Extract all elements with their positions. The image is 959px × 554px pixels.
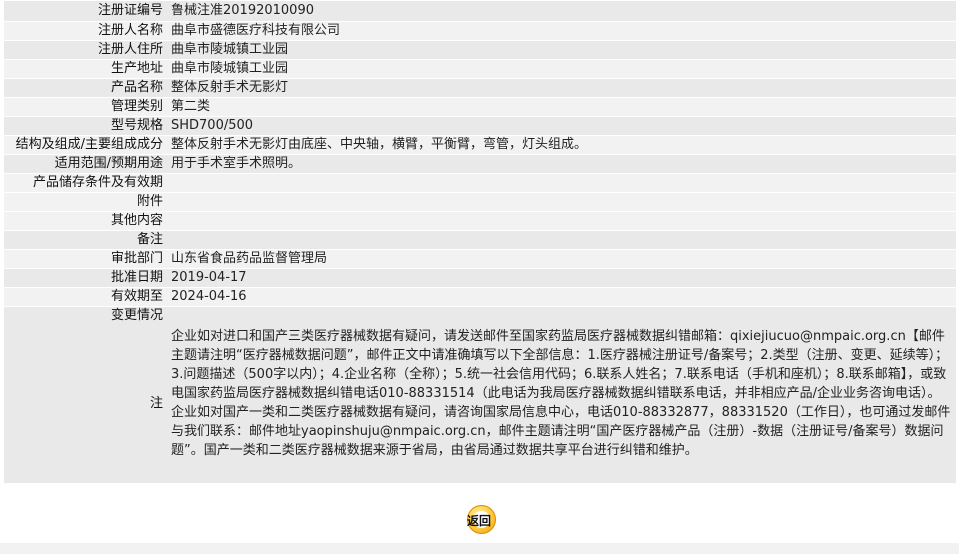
table-row: 产品名称 整体反射手术无影灯 xyxy=(4,78,956,98)
row-label-intended-use: 适用范围/预期用途 xyxy=(4,154,167,174)
table-row: 产品储存条件及有效期 xyxy=(4,173,956,193)
table-row: 注册人住所 曲阜市陵城镇工业园 xyxy=(4,40,956,60)
table-row: 管理类别 第二类 xyxy=(4,97,956,117)
row-value-registrant-address: 曲阜市陵城镇工业园 xyxy=(167,40,956,60)
back-button[interactable]: 返回 xyxy=(455,504,503,536)
row-label-change-history: 变更情况 xyxy=(110,308,163,323)
row-value-storage-conditions xyxy=(167,173,956,193)
notice-label-cell: 变更情况 注 xyxy=(4,306,167,484)
row-label-registrant-address: 注册人住所 xyxy=(4,40,167,60)
bottom-bar xyxy=(0,543,959,554)
row-value-attachments xyxy=(167,192,956,212)
table-row: 注册人名称 曲阜市盛德医疗科技有限公司 xyxy=(4,21,956,41)
row-value-approval-department: 山东省食品药品监督管理局 xyxy=(167,249,956,269)
table-row: 变更情况 注 企业如对进口和国产三类医疗器械数据有疑问，请发送邮件至国家药监局医… xyxy=(4,306,956,484)
table-row: 审批部门 山东省食品药品监督管理局 xyxy=(4,249,956,269)
row-label-approval-department: 审批部门 xyxy=(4,249,167,269)
table-row: 注册证编号 鲁械注准20192010090 xyxy=(4,0,956,22)
row-value-registration-number: 鲁械注准20192010090 xyxy=(167,0,956,22)
row-label-management-category: 管理类别 xyxy=(4,97,167,117)
row-label-production-address: 生产地址 xyxy=(4,59,167,79)
notice-cell: 企业如对进口和国产三类医疗器械数据有疑问，请发送邮件至国家药监局医疗器械数据纠错… xyxy=(167,306,956,484)
row-value-valid-until: 2024-04-16 xyxy=(167,287,956,307)
row-label-approval-date: 批准日期 xyxy=(4,268,167,288)
row-label-storage-conditions: 产品储存条件及有效期 xyxy=(4,173,167,193)
row-value-intended-use: 用于手术室手术照明。 xyxy=(167,154,956,174)
row-value-registrant-name: 曲阜市盛德医疗科技有限公司 xyxy=(167,21,956,41)
table-row: 型号规格 SHD700/500 xyxy=(4,116,956,136)
row-value-other-content xyxy=(167,211,956,231)
row-label-valid-until: 有效期至 xyxy=(4,287,167,307)
table-row: 适用范围/预期用途 用于手术室手术照明。 xyxy=(4,154,956,174)
row-label-remarks: 备注 xyxy=(4,230,167,250)
table-row: 附件 xyxy=(4,192,956,212)
notice-label: 注 xyxy=(149,396,163,411)
row-label-registration-number: 注册证编号 xyxy=(4,0,167,22)
row-value-production-address: 曲阜市陵城镇工业园 xyxy=(167,59,956,79)
row-value-management-category: 第二类 xyxy=(167,97,956,117)
row-label-other-content: 其他内容 xyxy=(4,211,167,231)
detail-table: 注册证编号 鲁械注准20192010090 注册人名称 曲阜市盛德医疗科技有限公… xyxy=(4,0,956,484)
back-button-label: 返回 xyxy=(466,514,491,528)
row-label-structure-composition: 结构及组成/主要组成成分 xyxy=(4,135,167,155)
row-value-model-spec: SHD700/500 xyxy=(167,116,956,136)
row-label-product-name: 产品名称 xyxy=(4,78,167,98)
table-row: 批准日期 2019-04-17 xyxy=(4,268,956,288)
row-label-model-spec: 型号规格 xyxy=(4,116,167,136)
row-label-attachments: 附件 xyxy=(4,192,167,212)
notice-text: 企业如对进口和国产三类医疗器械数据有疑问，请发送邮件至国家药监局医疗器械数据纠错… xyxy=(171,329,951,458)
table-row: 其他内容 xyxy=(4,211,956,231)
table-row: 结构及组成/主要组成成分 整体反射手术无影灯由底座、中央轴，横臂，平衡臂，弯管，… xyxy=(4,135,956,155)
table-row: 生产地址 曲阜市陵城镇工业园 xyxy=(4,59,956,79)
row-value-structure-composition: 整体反射手术无影灯由底座、中央轴，横臂，平衡臂，弯管，灯头组成。 xyxy=(167,135,956,155)
table-row: 有效期至 2024-04-16 xyxy=(4,287,956,307)
table-row: 备注 xyxy=(4,230,956,250)
row-label-registrant-name: 注册人名称 xyxy=(4,21,167,41)
row-value-remarks xyxy=(167,230,956,250)
row-value-approval-date: 2019-04-17 xyxy=(167,268,956,288)
row-value-product-name: 整体反射手术无影灯 xyxy=(167,78,956,98)
